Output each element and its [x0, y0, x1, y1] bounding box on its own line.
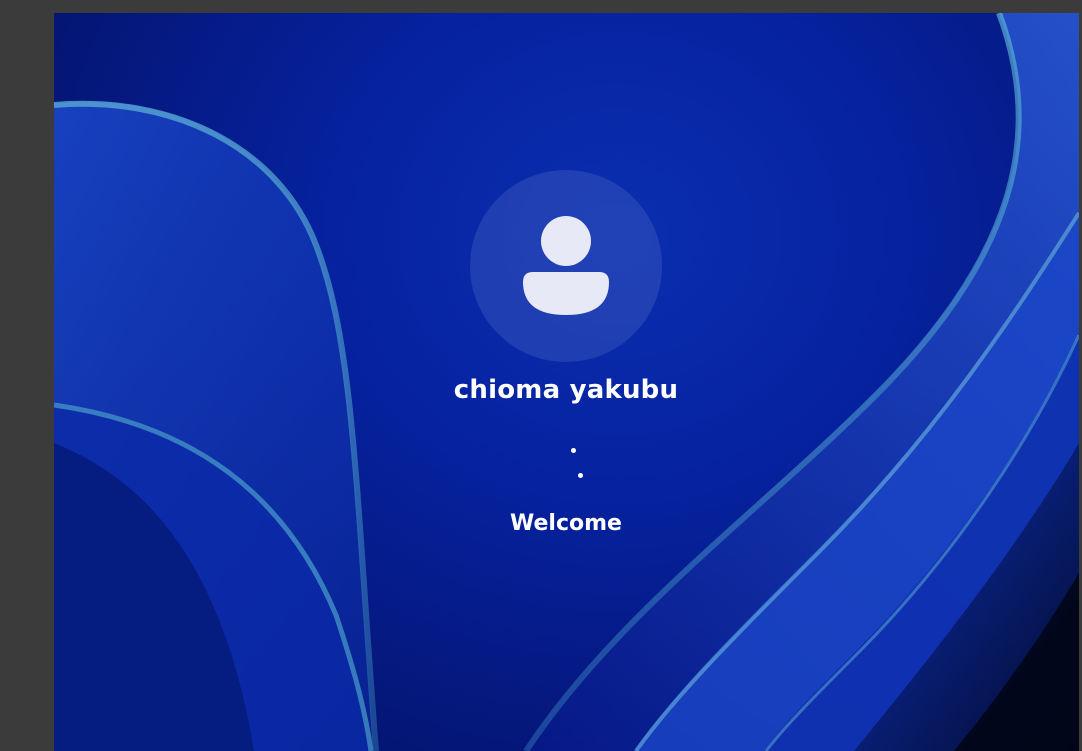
- status-text: Welcome: [510, 511, 622, 536]
- user-avatar[interactable]: [470, 170, 662, 362]
- user-name: chioma yakubu: [453, 375, 679, 405]
- user-avatar-icon: [523, 216, 609, 315]
- loading-spinner-icon: [549, 433, 589, 483]
- login-panel: chioma yakubu Welcome: [54, 13, 1079, 751]
- spinner-dot: [578, 473, 583, 478]
- vm-window-frame: chioma yakubu Welcome: [0, 0, 1082, 751]
- spinner-dot: [571, 448, 576, 453]
- lock-screen: chioma yakubu Welcome: [54, 13, 1079, 751]
